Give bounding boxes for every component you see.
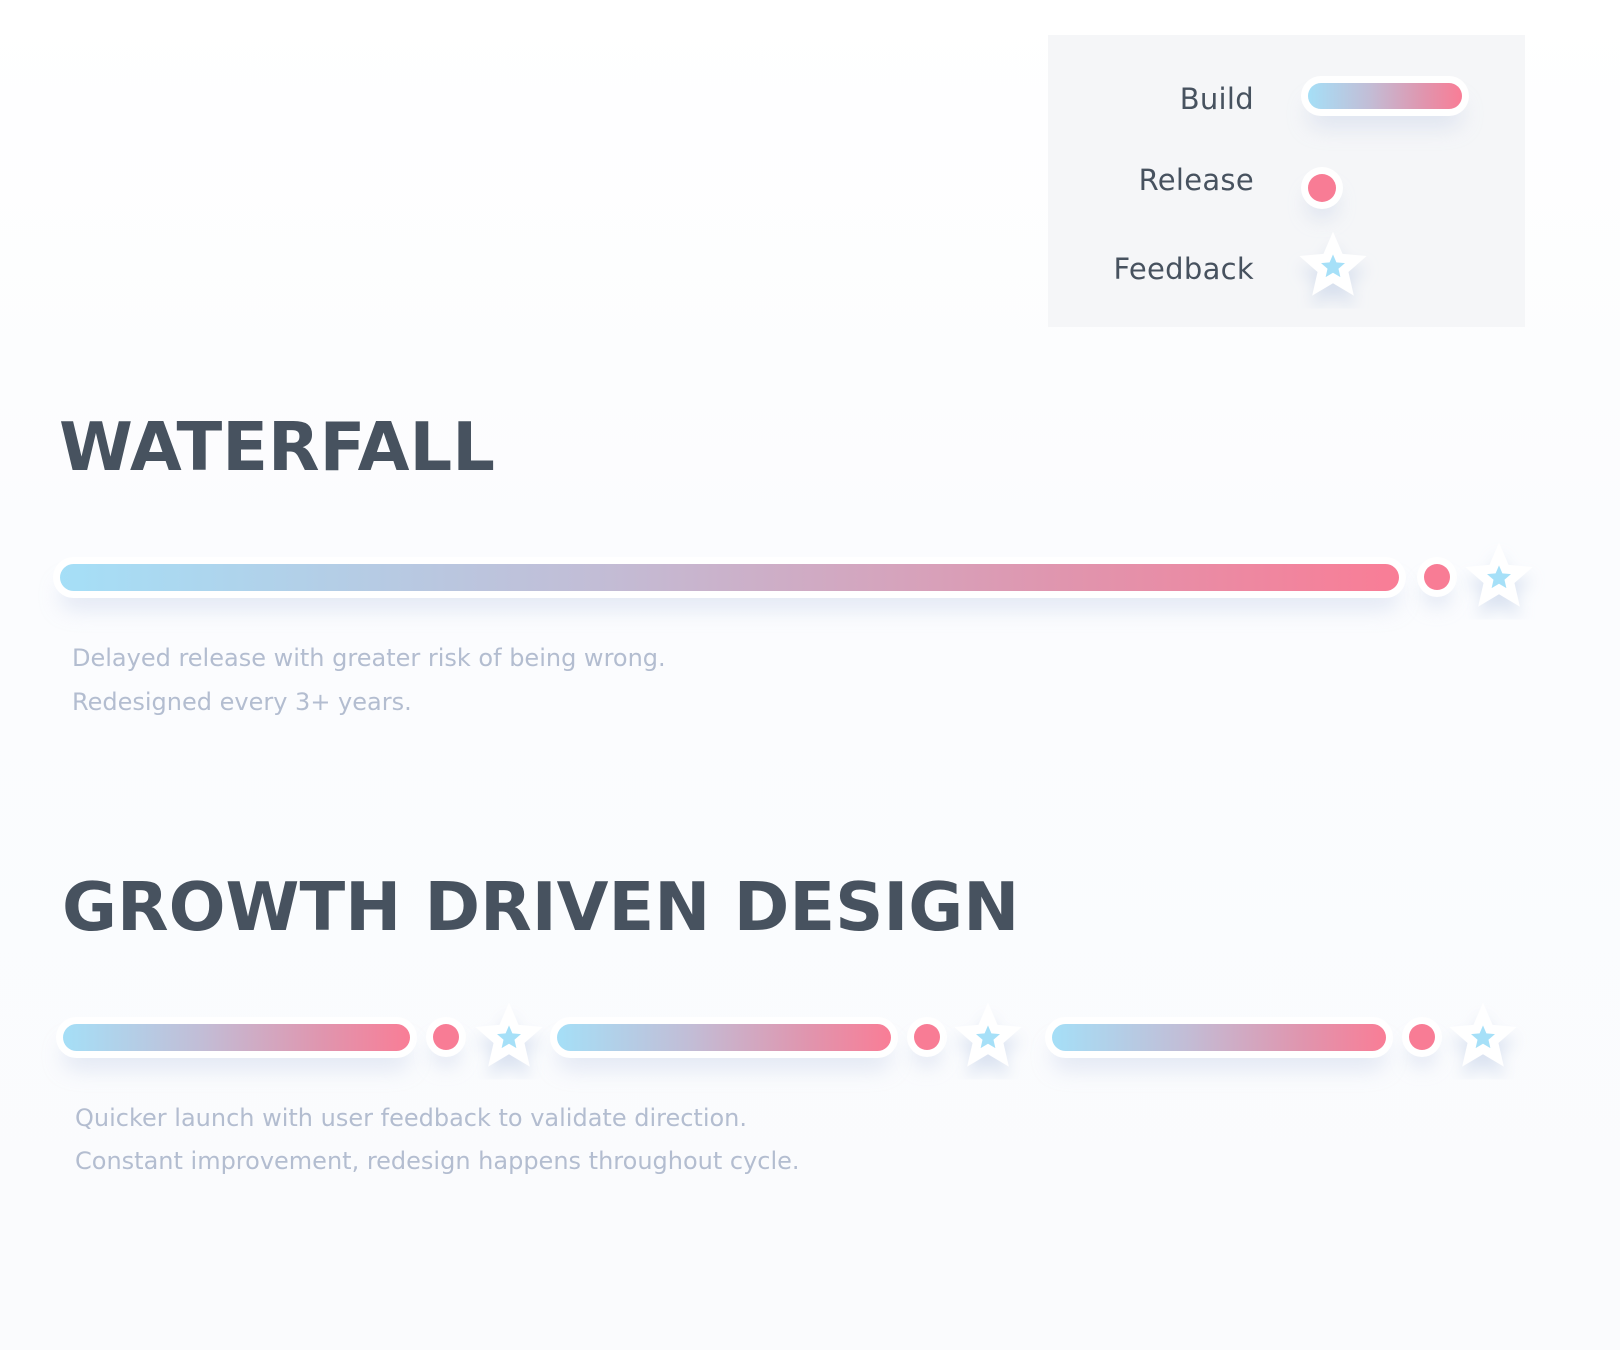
legend-build-bar [1308, 83, 1462, 109]
waterfall-release-dot [1424, 564, 1450, 590]
waterfall-description-line-1: Delayed release with greater risk of bei… [72, 644, 666, 672]
legend-label-release: Release [1138, 163, 1254, 197]
legend-label-feedback: Feedback [1113, 252, 1254, 286]
gdd-release-dot-1 [433, 1024, 459, 1050]
legend: Build Release Feedback [1048, 35, 1525, 327]
legend-release-dot [1308, 174, 1336, 202]
gdd-description-line-2: Constant improvement, redesign happens t… [75, 1147, 800, 1175]
gdd-release-dot-3 [1409, 1024, 1435, 1050]
section-title-growth-driven-design: GROWTH DRIVEN DESIGN [62, 868, 1020, 946]
gdd-feedback-star-icon-2 [954, 1002, 1022, 1067]
section-title-waterfall: WATERFALL [59, 408, 495, 486]
gdd-feedback-star-icon-3 [1449, 1002, 1517, 1067]
legend-star-icon [1299, 231, 1367, 296]
gdd-build-bar-3 [1052, 1024, 1386, 1051]
gdd-build-bar-2 [557, 1024, 891, 1051]
waterfall-feedback-star-icon [1465, 542, 1533, 607]
gdd-feedback-star-icon-1 [475, 1002, 543, 1067]
waterfall-description-line-2: Redesigned every 3+ years. [72, 688, 412, 716]
gdd-description-line-1: Quicker launch with user feedback to val… [75, 1104, 748, 1132]
legend-label-build: Build [1179, 82, 1254, 116]
waterfall-build-bar [60, 564, 1399, 591]
gdd-release-dot-2 [914, 1024, 940, 1050]
gdd-build-bar-1 [63, 1024, 410, 1051]
